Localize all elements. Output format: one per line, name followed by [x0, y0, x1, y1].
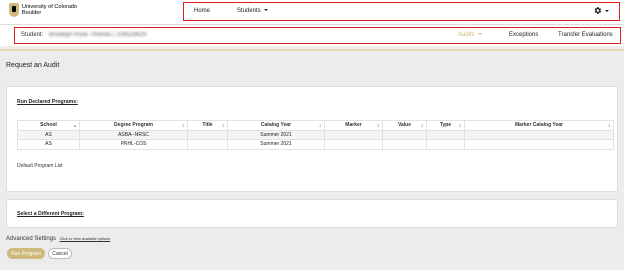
col-school-label: School [40, 122, 57, 129]
default-program-list-label: Default Program List [17, 163, 63, 169]
tab-audits-label: Audits [458, 32, 475, 38]
sort-icon: ⇕ [181, 123, 185, 128]
col-catalog-year-label: Catalog Year [260, 122, 292, 129]
student-bar: Student: Brooklyn Rose Thomas | 10852942… [0, 24, 624, 46]
cell-marker-catalog-year [464, 139, 614, 150]
cell-school: AS [17, 139, 80, 150]
cell-degree-program: PRHL-COS [79, 139, 188, 150]
declared-programs-panel: Run Declared Programs: School ▲ Degree Pr… [6, 86, 618, 192]
student-highlight-box: Student: Brooklyn Rose Thomas | 10852942… [14, 27, 621, 44]
cell-degree-program: ASBA--NRSC [79, 129, 188, 140]
different-program-panel: Select a Different Program: [6, 199, 618, 228]
cell-type [426, 139, 465, 150]
cu-boulder-logo[interactable]: University of Colorado Boulder [9, 3, 77, 17]
chevron-down-icon [263, 9, 268, 12]
col-title-label: Title [202, 122, 213, 129]
sort-icon: ⇕ [318, 123, 322, 128]
nav-highlight-box: Home Students [183, 2, 620, 21]
col-title[interactable]: Title ⇕ [187, 120, 228, 131]
cell-value [382, 139, 427, 150]
cancel-button[interactable]: Cancel [48, 248, 72, 259]
col-value-label: Value [397, 122, 412, 129]
run-program-button[interactable]: Run Program [7, 248, 45, 259]
sort-icon: ⇕ [607, 123, 611, 128]
col-type-label: Type [439, 122, 452, 129]
page-title: Request an Audit [6, 62, 60, 69]
cell-catalog-year: Summer 2021 [227, 129, 325, 140]
col-marker-label: Marker [345, 122, 362, 129]
cell-marker-catalog-year [464, 129, 614, 140]
tab-exceptions[interactable]: Exceptions [509, 32, 538, 38]
table-row[interactable]: AS ASBA--NRSC Summer 2021 [17, 129, 614, 140]
settings-menu[interactable] [593, 6, 609, 15]
sort-icon: ⇕ [376, 123, 380, 128]
col-marker-catalog-year[interactable]: Marker Catalog Year ⇕ [464, 120, 614, 131]
col-marker-catalog-year-label: Marker Catalog Year [515, 122, 563, 129]
nav-students-label: Students [237, 8, 261, 14]
chevron-down-icon [477, 33, 482, 36]
logo-line-2: Boulder [22, 10, 42, 16]
cu-logo-icon [9, 3, 19, 17]
sort-icon: ⇕ [420, 123, 424, 128]
different-program-heading[interactable]: Select a Different Program: [17, 211, 84, 217]
col-marker[interactable]: Marker ⇕ [324, 120, 383, 131]
col-catalog-year[interactable]: Catalog Year ⇕ [227, 120, 325, 131]
table-row[interactable]: AS PRHL-COS Summer 2021 [17, 139, 614, 150]
nav-home-link[interactable]: Home [194, 8, 210, 14]
sort-icon: ⇕ [458, 123, 462, 128]
cell-marker [324, 129, 383, 140]
cell-title [187, 139, 228, 150]
student-label: Student: [21, 32, 44, 38]
logo-text: University of Colorado Boulder [22, 4, 77, 16]
top-navbar: University of Colorado Boulder Home Stud… [0, 0, 624, 24]
col-degree-program[interactable]: Degree Program ⇕ [79, 120, 188, 131]
col-value[interactable]: Value ⇕ [382, 120, 427, 131]
declared-programs-table: School ▲ Degree Program ⇕ Title ⇕ Catalog Y… [17, 120, 614, 150]
declared-programs-heading[interactable]: Run Declared Programs: [17, 99, 78, 105]
cell-catalog-year: Summer 2021 [227, 139, 325, 150]
table-header-row: School ▲ Degree Program ⇕ Title ⇕ Catalog Y… [17, 120, 614, 131]
sort-icon: ▲ [73, 123, 77, 128]
col-degree-program-label: Degree Program [114, 122, 153, 129]
chevron-down-icon [605, 9, 609, 12]
sort-icon: ⇕ [221, 123, 225, 128]
col-school[interactable]: School ▲ [17, 120, 80, 131]
cell-school: AS [17, 129, 80, 140]
gold-divider [0, 49, 624, 51]
student-name-redacted: Brooklyn Rose Thomas | 108529429 [49, 32, 147, 38]
tab-transfer-evaluations[interactable]: Transfer Evaluations [558, 32, 613, 38]
advanced-settings: Advanced Settings Click to view availabl… [6, 236, 110, 242]
cell-type [426, 129, 465, 140]
cell-marker [324, 139, 383, 150]
nav-students-dropdown[interactable]: Students [237, 8, 268, 14]
cell-title [187, 129, 228, 140]
advanced-settings-link[interactable]: Click to view available options [60, 237, 110, 241]
cell-value [382, 129, 427, 140]
advanced-settings-label: Advanced Settings [6, 236, 57, 242]
col-type[interactable]: Type ⇕ [426, 120, 465, 131]
tab-audits[interactable]: Audits [458, 32, 482, 38]
gear-icon [594, 7, 602, 14]
